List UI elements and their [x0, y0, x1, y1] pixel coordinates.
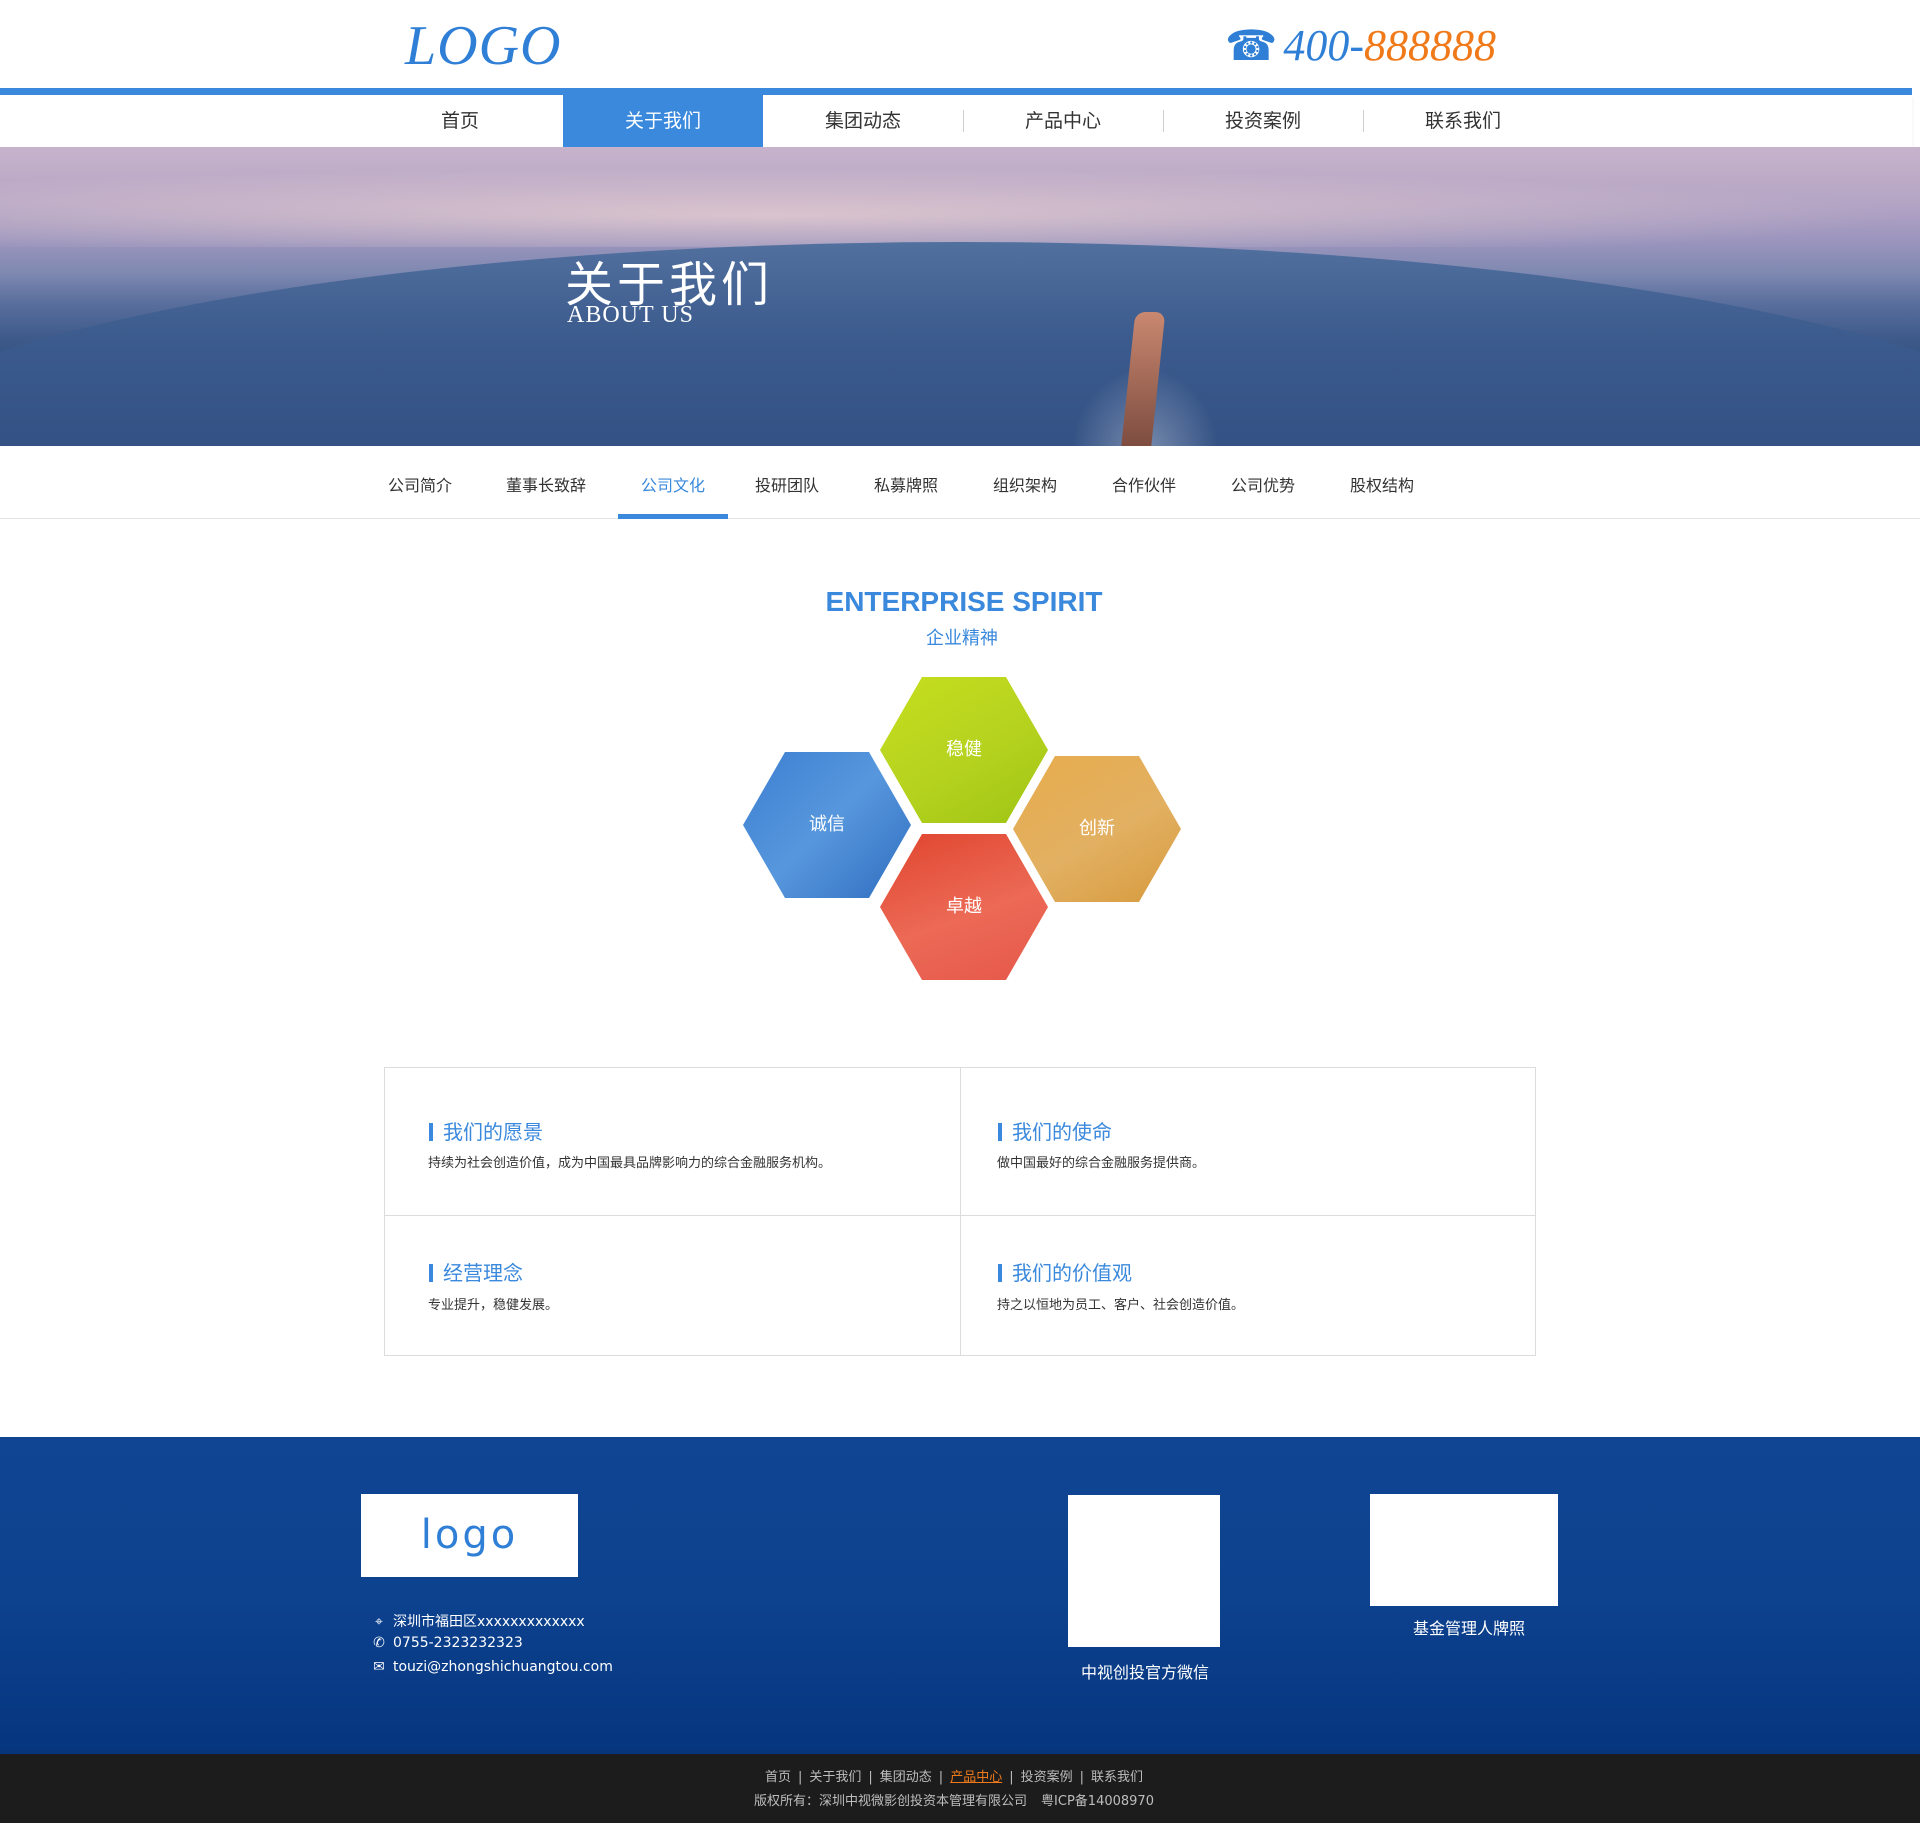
sky-glow: [0, 167, 1920, 247]
bottom-link-products[interactable]: 产品中心: [950, 1770, 1002, 1785]
email-text[interactable]: touzi@zhongshichuangtou.com: [393, 1659, 613, 1675]
address-text: 深圳市福田区xxxxxxxxxxxxx: [393, 1614, 585, 1630]
footer-email: ✉ touzi@zhongshichuangtou.com: [369, 1659, 613, 1675]
nav-item-about[interactable]: 关于我们: [563, 95, 763, 147]
bottom-link-cases[interactable]: 投资案例: [1021, 1770, 1073, 1785]
hotline-prefix: 400-: [1283, 21, 1364, 70]
banner-subtitle: ABOUT US: [567, 302, 694, 328]
location-icon: ⌖: [375, 1614, 383, 1630]
subnav-item-culture[interactable]: 公司文化: [633, 446, 713, 519]
footer-logo[interactable]: logo: [361, 1494, 578, 1577]
card-values: 我们的价值观 持之以恒地为员工、客户、社会创造价值。: [954, 1216, 1529, 1359]
copyright-text: 版权所有：深圳中视微影创投资本管理有限公司: [754, 1794, 1028, 1809]
wechat-qr-code: [1068, 1495, 1220, 1647]
subnav-item-structure[interactable]: 组织架构: [985, 446, 1065, 519]
mail-icon: ✉: [373, 1659, 385, 1675]
wechat-qr-caption: 中视创投官方微信: [1080, 1663, 1209, 1682]
subnav-active-indicator: [618, 514, 728, 519]
section-subtitle: 企业精神: [926, 628, 998, 649]
card-text: 专业提升，稳健发展。: [428, 1298, 559, 1313]
subnav-item-partners[interactable]: 合作伙伴: [1104, 446, 1184, 519]
subnav-item-license[interactable]: 私募牌照: [866, 446, 946, 519]
card-text: 持之以恒地为员工、客户、社会创造价值。: [997, 1298, 1245, 1313]
bottom-link-news[interactable]: 集团动态: [880, 1770, 932, 1785]
subnav-item-equity[interactable]: 股权结构: [1342, 446, 1422, 519]
nav-item-news[interactable]: 集团动态: [763, 95, 963, 147]
subnav-item-research[interactable]: 投研团队: [747, 446, 827, 519]
card-title: 我们的价值观: [998, 1263, 1132, 1283]
telephone-icon: ☎: [1225, 24, 1278, 70]
bottom-link-contact[interactable]: 联系我们: [1091, 1770, 1143, 1785]
license-caption: 基金管理人牌照: [1412, 1619, 1525, 1638]
card-title: 经营理念: [429, 1263, 523, 1283]
site-logo[interactable]: LOGO: [405, 14, 561, 78]
nav-item-products[interactable]: 产品中心: [963, 95, 1163, 147]
icp-number[interactable]: 粤ICP备14008970: [1041, 1794, 1154, 1809]
main-nav: 首页 关于我们 集团动态 产品中心 投资案例 联系我们: [0, 95, 1912, 147]
card-mission: 我们的使命 做中国最好的综合金融服务提供商。: [954, 1068, 1529, 1211]
subnav-item-advantages[interactable]: 公司优势: [1223, 446, 1303, 519]
bottom-link-about[interactable]: 关于我们: [809, 1770, 861, 1785]
copyright: 版权所有：深圳中视微影创投资本管理有限公司 粤ICP备14008970: [0, 1790, 1908, 1809]
page: LOGO ☎ 400-888888 首页 关于我们 集团动态 产品中心 投资案例 …: [0, 0, 1920, 1823]
card-philosophy: 经营理念 专业提升，稳健发展。: [385, 1216, 960, 1359]
card-vision: 我们的愿景 持续为社会创造价值，成为中国最具品牌影响力的综合金融服务机构。: [385, 1068, 960, 1211]
nav-item-cases[interactable]: 投资案例: [1163, 95, 1363, 147]
footer-address: ⌖ 深圳市福田区xxxxxxxxxxxxx: [369, 1611, 585, 1631]
nav-top-border: [0, 88, 1912, 95]
section-title: ENTERPRISE SPIRIT: [825, 586, 1103, 617]
nav-item-contact[interactable]: 联系我们: [1363, 95, 1563, 147]
hex-excellence-label: 卓越: [946, 896, 982, 917]
hero-banner: 关于我们 ABOUT US: [0, 147, 1920, 446]
sub-nav: 公司简介 董事长致辞 公司文化 投研团队 私募牌照 组织架构 合作伙伴 公司优势…: [0, 446, 1920, 519]
footer-phone: ✆ 0755-2323232323: [369, 1635, 523, 1651]
bottom-links: 首页 | 关于我们 | 集团动态 | 产品中心 | 投资案例 | 联系我们: [764, 1770, 1144, 1785]
footer: logo ⌖ 深圳市福田区xxxxxxxxxxxxx ✆ 0755-23232323…: [0, 1437, 1920, 1754]
culture-cards: 我们的愿景 持续为社会创造价值，成为中国最具品牌影响力的综合金融服务机构。 我们…: [384, 1067, 1536, 1356]
phone-text: 0755-2323232323: [393, 1635, 523, 1651]
license-image: [1370, 1494, 1558, 1606]
bottom-link-home[interactable]: 首页: [765, 1770, 791, 1785]
subnav-item-intro[interactable]: 公司简介: [380, 446, 460, 519]
header: LOGO ☎ 400-888888: [0, 0, 1920, 90]
hotline: ☎ 400-888888: [1225, 20, 1496, 71]
hotline-number: 888888: [1363, 21, 1496, 70]
card-title: 我们的使命: [998, 1122, 1112, 1142]
bottom-bar: 首页 | 关于我们 | 集团动态 | 产品中心 | 投资案例 | 联系我们 版权所有：深圳中视微影创…: [0, 1754, 1920, 1823]
card-text: 做中国最好的综合金融服务提供商。: [997, 1156, 1206, 1171]
card-title: 我们的愿景: [429, 1122, 543, 1142]
sea-image: [0, 242, 1920, 446]
card-text: 持续为社会创造价值，成为中国最具品牌影响力的综合金融服务机构。: [428, 1156, 832, 1171]
subnav-item-chairman[interactable]: 董事长致辞: [498, 446, 594, 519]
nav-item-home[interactable]: 首页: [360, 95, 560, 147]
phone-icon: ✆: [373, 1635, 385, 1651]
